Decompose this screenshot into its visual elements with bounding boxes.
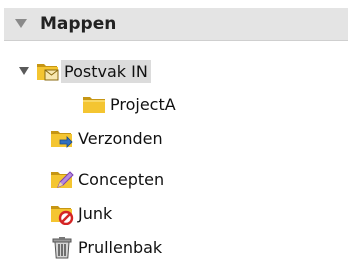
folder-item-junk[interactable]: Junk [50,199,112,227]
folder-item-postvak-in[interactable]: Postvak IN [18,57,151,85]
folder-item-concepten[interactable]: Concepten [50,165,164,193]
folder-label: Prullenbak [78,237,163,257]
folder-label: Concepten [78,169,165,189]
sent-folder-icon [50,126,74,150]
folders-panel: Mappen Postvak IN ProjectA Verzonden Con… [0,0,352,270]
folder-label: Postvak IN [61,59,151,83]
folder-icon [82,92,106,116]
expand-triangle-icon[interactable] [18,65,30,77]
folder-label: Verzonden [78,128,163,148]
folders-header[interactable]: Mappen [4,8,348,41]
folders-header-title: Mappen [40,14,117,34]
folder-item-verzonden[interactable]: Verzonden [50,124,163,152]
collapse-triangle-icon[interactable] [14,17,28,31]
inbox-folder-icon [36,59,60,83]
drafts-folder-icon [50,167,74,191]
junk-folder-icon [50,201,74,226]
folder-label: Junk [78,203,113,223]
trash-icon [50,235,74,259]
folder-label: ProjectA [110,94,176,114]
folder-item-projecta[interactable]: ProjectA [82,90,176,118]
folder-item-prullenbak[interactable]: Prullenbak [50,233,162,261]
